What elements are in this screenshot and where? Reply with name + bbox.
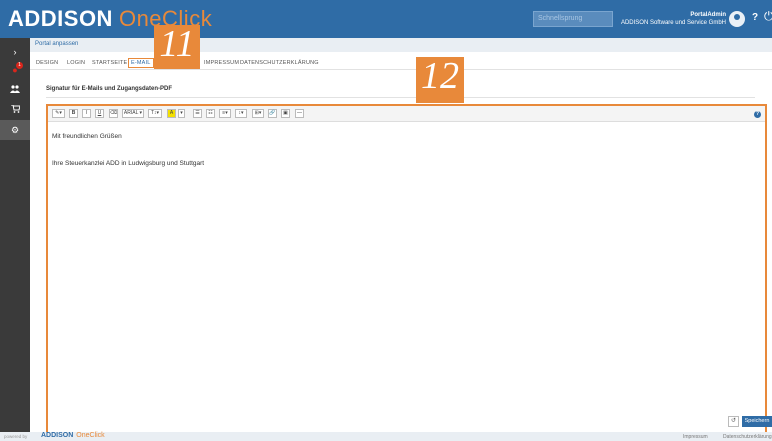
editor-toolbar: ✎▾ B I U ⌫ ARIAL ▾ T↕▾ A ▾ ☰ ☷ ≡▾ ↕▾ ⊞▾ … <box>48 106 765 122</box>
avatar[interactable] <box>729 11 745 27</box>
divider <box>46 97 755 98</box>
breadcrumb-bar: Portal anpassen <box>30 38 772 52</box>
image-icon[interactable]: ▣ <box>281 109 290 118</box>
callout-11: 11 <box>154 25 200 69</box>
sidebar-item-shop[interactable] <box>0 100 30 120</box>
top-header: ADDISON OneClick Schnellsprung PortalAdmi… <box>0 0 772 38</box>
app-window: ADDISON OneClick Schnellsprung PortalAdmi… <box>0 0 772 441</box>
editor-help-icon[interactable]: ? <box>754 111 761 118</box>
signature-line-2: Ihre Steuerkanzlei ADD in Ludwigsburg un… <box>52 160 205 167</box>
tab-impressum[interactable]: IMPRESSUM <box>204 60 239 66</box>
user-info[interactable]: PortalAdmin ADDISON Software und Service… <box>621 11 726 27</box>
color-dropdown[interactable]: ▾ <box>178 109 185 118</box>
sidebar-item-settings[interactable]: ⚙ <box>0 120 30 140</box>
footer: powered by ADDISON OneClick Impressum Dat… <box>0 432 772 441</box>
sidebar-item-mandates[interactable]: ● 1 <box>0 60 30 80</box>
tab-datenschutz[interactable]: DATENSCHUTZERKLÄRUNG <box>240 60 319 66</box>
reset-button[interactable]: ↺ <box>728 416 739 427</box>
callout-12: 12 <box>416 57 464 103</box>
table-dropdown[interactable]: ⊞▾ <box>252 109 264 118</box>
cart-icon <box>10 104 21 115</box>
user-name: PortalAdmin <box>690 12 726 18</box>
quick-jump-input[interactable]: Schnellsprung <box>533 11 613 27</box>
align-dropdown[interactable]: ≡▾ <box>219 109 231 118</box>
footer-logo-product: OneClick <box>76 432 105 439</box>
powered-by-label: powered by <box>4 434 28 439</box>
italic-button[interactable]: I <box>82 109 91 118</box>
breadcrumb[interactable]: Portal anpassen <box>35 41 78 47</box>
chevron-right-icon: › <box>13 47 17 57</box>
underline-button[interactable]: U <box>95 109 104 118</box>
signature-line-1: Mit freundlichen Grüßen <box>52 133 122 140</box>
main-content: Portal anpassen DESIGN LOGIN STARTSEITE … <box>30 25 772 441</box>
settings-icon: ⚙ <box>10 124 20 135</box>
editor-content[interactable]: Mit freundlichen Grüßen Ihre Steuerkanzl… <box>52 130 204 171</box>
unordered-list-button[interactable]: ☰ <box>193 109 202 118</box>
sidebar-item-users[interactable] <box>0 80 30 100</box>
tab-email[interactable]: E-MAIL <box>128 58 154 68</box>
style-dropdown[interactable]: ✎▾ <box>52 109 65 118</box>
ordered-list-button[interactable]: ☷ <box>206 109 215 118</box>
logo-brand: ADDISON <box>8 6 113 31</box>
tab-bar: DESIGN LOGIN STARTSEITE E-MAIL IMPRESSUM… <box>30 56 772 70</box>
sidebar: › ● 1 ⚙ <box>0 38 30 441</box>
power-icon[interactable]: ⏻ <box>764 9 772 24</box>
link-icon[interactable]: 🔗 <box>268 109 277 118</box>
horizontal-rule-button[interactable]: — <box>295 109 304 118</box>
eraser-icon[interactable]: ⌫ <box>109 109 118 118</box>
font-size-dropdown[interactable]: T↕▾ <box>148 109 162 118</box>
users-icon <box>10 85 20 95</box>
tab-startseite[interactable]: STARTSEITE <box>92 60 127 66</box>
user-company: ADDISON Software und Service GmbH <box>620 20 726 26</box>
tab-design[interactable]: DESIGN <box>36 60 58 66</box>
save-button[interactable]: Speichern <box>742 416 772 427</box>
line-height-dropdown[interactable]: ↕▾ <box>235 109 247 118</box>
notification-badge: 1 <box>16 62 23 69</box>
footer-link-impressum[interactable]: Impressum <box>683 434 708 440</box>
highlight-color-button[interactable]: A <box>167 109 176 118</box>
signature-editor[interactable]: ✎▾ B I U ⌫ ARIAL ▾ T↕▾ A ▾ ☰ ☷ ≡▾ ↕▾ ⊞▾ … <box>46 104 767 435</box>
footer-link-datenschutz[interactable]: Datenschutzerklärung <box>723 434 772 440</box>
footer-logo-brand: ADDISON <box>41 432 74 439</box>
footer-logo: ADDISON OneClick <box>41 432 105 439</box>
bold-button[interactable]: B <box>69 109 78 118</box>
help-icon[interactable]: ? <box>752 12 758 23</box>
sidebar-expand-item[interactable]: › <box>0 42 30 62</box>
tab-login[interactable]: LOGIN <box>67 60 85 66</box>
font-family-dropdown[interactable]: ARIAL ▾ <box>122 109 144 118</box>
section-title: Signatur für E-Mails und Zugangsdaten-PD… <box>46 86 172 92</box>
